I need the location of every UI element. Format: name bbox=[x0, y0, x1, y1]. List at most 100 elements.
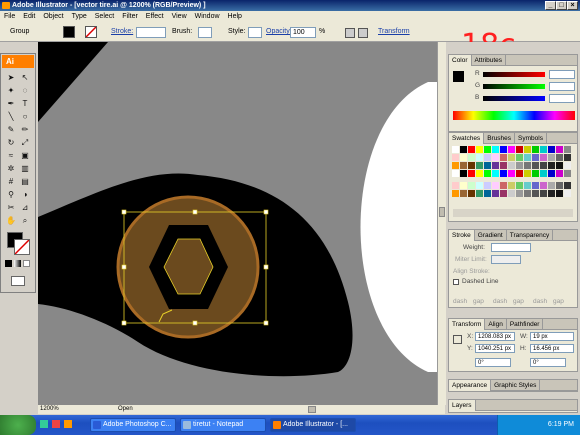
swatch-cell[interactable] bbox=[532, 162, 539, 169]
swatch-cell[interactable] bbox=[468, 170, 475, 177]
zoom-tool-icon[interactable]: ⌕ bbox=[19, 215, 31, 226]
stroke-swatch[interactable] bbox=[85, 26, 97, 38]
quicklaunch-icon-2[interactable] bbox=[52, 420, 60, 428]
green-slider[interactable] bbox=[483, 84, 545, 89]
swatch-cell[interactable] bbox=[532, 154, 539, 161]
swatch-cell[interactable] bbox=[556, 154, 563, 161]
swatch-cell[interactable] bbox=[508, 154, 515, 161]
tab-appearance[interactable]: Appearance bbox=[449, 380, 492, 391]
selection-tool-icon[interactable]: ➤ bbox=[5, 72, 17, 83]
swatch-cell[interactable] bbox=[492, 170, 499, 177]
swatch-cell[interactable] bbox=[476, 182, 483, 189]
swatch-cell[interactable] bbox=[524, 190, 531, 197]
align-icon[interactable] bbox=[358, 28, 368, 38]
swatch-cell[interactable] bbox=[548, 182, 555, 189]
gradient-tool-icon[interactable]: ▤ bbox=[19, 176, 31, 187]
swatch-cell[interactable] bbox=[516, 146, 523, 153]
swatch-cell[interactable] bbox=[452, 182, 459, 189]
swatch-cell[interactable] bbox=[564, 146, 571, 153]
hscroll-thumb[interactable] bbox=[308, 406, 316, 413]
menu-help[interactable]: Help bbox=[224, 13, 246, 20]
swatch-cell[interactable] bbox=[468, 162, 475, 169]
swatch-cell[interactable] bbox=[484, 190, 491, 197]
stroke-label[interactable]: Stroke: bbox=[111, 26, 133, 38]
swatch-cell[interactable] bbox=[516, 170, 523, 177]
swatch-cell[interactable] bbox=[492, 154, 499, 161]
rotate-field[interactable]: 0° bbox=[475, 358, 511, 367]
swatch-cell[interactable] bbox=[476, 190, 483, 197]
menu-view[interactable]: View bbox=[168, 13, 191, 20]
menu-select[interactable]: Select bbox=[91, 13, 118, 20]
swatch-cell[interactable] bbox=[508, 170, 515, 177]
x-field[interactable]: 1208.083 px bbox=[475, 332, 515, 341]
tab-align[interactable]: Align bbox=[485, 319, 507, 330]
direct-selection-tool-icon[interactable]: ↖ bbox=[19, 72, 31, 83]
opacity-field[interactable]: 100 bbox=[290, 27, 316, 38]
swatch-cell[interactable] bbox=[564, 154, 571, 161]
swatch-cell[interactable] bbox=[500, 146, 507, 153]
screen-mode-icon[interactable] bbox=[11, 276, 25, 286]
pen-tool-icon[interactable]: ✒ bbox=[5, 98, 17, 109]
tab-swatches[interactable]: Swatches bbox=[449, 133, 485, 144]
swatch-cell[interactable] bbox=[556, 146, 563, 153]
swatch-cell[interactable] bbox=[460, 170, 467, 177]
swatch-cell[interactable] bbox=[540, 182, 547, 189]
line-tool-icon[interactable]: ╲ bbox=[5, 111, 17, 122]
menu-effect[interactable]: Effect bbox=[142, 13, 168, 20]
tab-brushes[interactable]: Brushes bbox=[484, 133, 516, 144]
swatch-cell[interactable] bbox=[524, 170, 531, 177]
tab-transform[interactable]: Transform bbox=[449, 319, 486, 330]
swatch-cell[interactable] bbox=[564, 170, 571, 177]
swatch-cell[interactable] bbox=[460, 162, 467, 169]
swatch-cell[interactable] bbox=[492, 182, 499, 189]
swatch-cell[interactable] bbox=[452, 170, 459, 177]
clock[interactable]: 6:19 PM bbox=[548, 421, 574, 428]
swatch-cell[interactable] bbox=[484, 182, 491, 189]
swatch-cell[interactable] bbox=[540, 154, 547, 161]
scroll-thumb[interactable] bbox=[439, 207, 445, 217]
slice-tool-icon[interactable]: ⊿ bbox=[19, 202, 31, 213]
swatch-cell[interactable] bbox=[508, 182, 515, 189]
blue-value[interactable] bbox=[549, 94, 575, 103]
swatch-cell[interactable] bbox=[548, 162, 555, 169]
tire-artwork[interactable] bbox=[38, 42, 445, 405]
quicklaunch-icon-1[interactable] bbox=[40, 420, 48, 428]
swatch-cell[interactable] bbox=[476, 170, 483, 177]
swatch-cell[interactable] bbox=[452, 146, 459, 153]
warp-tool-icon[interactable]: ≈ bbox=[5, 150, 17, 161]
graph-tool-icon[interactable]: ▥ bbox=[19, 163, 31, 174]
transform-link[interactable]: Transform bbox=[378, 26, 410, 38]
maximize-button[interactable]: □ bbox=[556, 1, 567, 10]
rotate-tool-icon[interactable]: ↻ bbox=[5, 137, 17, 148]
swatch-cell[interactable] bbox=[492, 162, 499, 169]
swatch-cell[interactable] bbox=[452, 190, 459, 197]
opacity-label[interactable]: Opacity: bbox=[266, 26, 292, 38]
menu-type[interactable]: Type bbox=[68, 13, 91, 20]
tab-pathfinder[interactable]: Pathfinder bbox=[507, 319, 544, 330]
tab-graphic-styles[interactable]: Graphic Styles bbox=[491, 380, 541, 391]
scissors-tool-icon[interactable]: ✂ bbox=[5, 202, 17, 213]
ellipse-tool-icon[interactable]: ○ bbox=[19, 111, 31, 122]
menu-window[interactable]: Window bbox=[191, 13, 224, 20]
swatch-cell[interactable] bbox=[500, 182, 507, 189]
swatch-cell[interactable] bbox=[524, 146, 531, 153]
start-button[interactable] bbox=[0, 415, 36, 435]
menu-file[interactable]: File bbox=[0, 13, 19, 20]
tab-gradient[interactable]: Gradient bbox=[475, 230, 507, 241]
pencil-tool-icon[interactable]: ✏ bbox=[19, 124, 31, 135]
document-canvas[interactable] bbox=[38, 42, 445, 405]
swatch-cell[interactable] bbox=[556, 170, 563, 177]
swatch-cell[interactable] bbox=[484, 154, 491, 161]
swatch-cell[interactable] bbox=[548, 146, 555, 153]
blue-slider[interactable] bbox=[483, 96, 545, 101]
shear-field[interactable]: 0° bbox=[530, 358, 566, 367]
swatch-cell[interactable] bbox=[564, 190, 571, 197]
brush-tool-icon[interactable]: ✎ bbox=[5, 124, 17, 135]
swatch-cell[interactable] bbox=[508, 190, 515, 197]
swatch-cell[interactable] bbox=[460, 182, 467, 189]
swatch-cell[interactable] bbox=[476, 154, 483, 161]
red-slider[interactable] bbox=[483, 72, 545, 77]
swatch-cell[interactable] bbox=[524, 162, 531, 169]
swatch-cell[interactable] bbox=[468, 190, 475, 197]
tab-stroke[interactable]: Stroke bbox=[449, 230, 475, 241]
